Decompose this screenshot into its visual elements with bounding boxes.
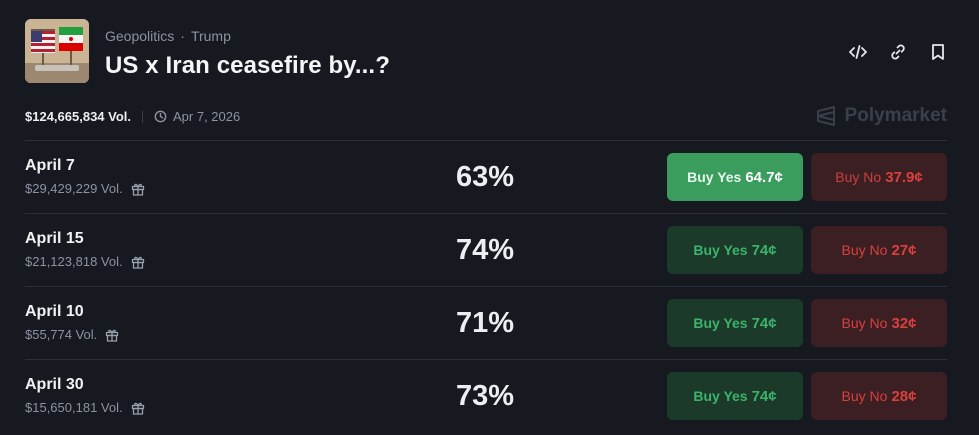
- outcome-label: April 30: [25, 376, 84, 393]
- outcome-volume-text: $15,650,181 Vol.: [25, 400, 123, 415]
- page-title: US x Iran ceasefire by...?: [105, 52, 390, 79]
- buy-no-button[interactable]: Buy No 27¢: [811, 226, 947, 274]
- buy-no-price: 27¢: [891, 241, 917, 259]
- buy-yes-button[interactable]: Buy Yes 74¢: [667, 372, 803, 420]
- buy-no-label: Buy No: [835, 169, 882, 185]
- buy-yes-label: Buy Yes: [687, 169, 742, 185]
- buy-yes-price: 74¢: [751, 241, 777, 259]
- breadcrumb-tag[interactable]: Trump: [191, 28, 231, 44]
- buy-no-label: Buy No: [841, 242, 888, 258]
- total-volume: $124,665,834 Vol.: [25, 109, 132, 124]
- outcome-label: April 10: [25, 303, 84, 320]
- breadcrumb: Geopolitics · Trump: [105, 28, 231, 44]
- outcome-volume-text: $21,123,818 Vol.: [25, 254, 123, 269]
- buy-no-price: 32¢: [891, 314, 917, 332]
- header-actions: [849, 40, 947, 64]
- bookmark-icon[interactable]: [929, 40, 947, 64]
- buy-no-label: Buy No: [841, 388, 888, 404]
- outcome-volume: $15,650,181 Vol.: [25, 400, 145, 415]
- gift-icon[interactable]: [131, 182, 145, 196]
- buy-no-button[interactable]: Buy No 28¢: [811, 372, 947, 420]
- buy-yes-button[interactable]: Buy Yes 64.7¢: [667, 153, 803, 201]
- buy-no-button[interactable]: Buy No 32¢: [811, 299, 947, 347]
- breadcrumb-category[interactable]: Geopolitics: [105, 28, 174, 44]
- link-icon[interactable]: [889, 40, 907, 64]
- buy-no-price: 37.9¢: [885, 168, 923, 186]
- buy-yes-price: 74¢: [751, 387, 777, 405]
- outcome-list: April 7 $29,429,229 Vol. 63% Buy Yes 64.…: [25, 140, 947, 432]
- polymarket-icon: [816, 106, 835, 126]
- buy-no-button[interactable]: Buy No 37.9¢: [811, 153, 947, 201]
- buy-yes-label: Buy Yes: [693, 388, 748, 404]
- outcome-volume-text: $55,774 Vol.: [25, 327, 98, 342]
- buy-no-label: Buy No: [841, 315, 888, 331]
- buy-yes-price: 74¢: [751, 314, 777, 332]
- brand-name: Polymarket: [844, 105, 947, 126]
- polymarket-logo: Polymarket: [815, 105, 947, 127]
- buy-yes-button[interactable]: Buy Yes 74¢: [667, 299, 803, 347]
- outcome-row[interactable]: April 15 $21,123,818 Vol. 74% Buy Yes 74…: [25, 213, 947, 286]
- outcome-row[interactable]: April 7 $29,429,229 Vol. 63% Buy Yes 64.…: [25, 140, 947, 213]
- buy-yes-price: 64.7¢: [745, 168, 783, 186]
- market-thumbnail: [25, 19, 89, 83]
- outcome-volume: $29,429,229 Vol.: [25, 181, 145, 196]
- end-date: Apr 7, 2026: [154, 109, 240, 124]
- buy-no-price: 28¢: [891, 387, 917, 405]
- gift-icon[interactable]: [131, 401, 145, 415]
- outcome-label: April 7: [25, 157, 75, 174]
- meta-divider: [142, 110, 144, 123]
- outcome-chance: 73%: [455, 380, 515, 412]
- outcome-row[interactable]: April 30 $15,650,181 Vol. 73% Buy Yes 74…: [25, 359, 947, 432]
- outcome-chance: 63%: [455, 161, 515, 193]
- breadcrumb-separator: ·: [180, 28, 185, 44]
- market-meta: $124,665,834 Vol. Apr 7, 2026: [25, 109, 240, 124]
- outcome-chance: 74%: [455, 234, 515, 266]
- end-date-text: Apr 7, 2026: [173, 109, 241, 124]
- embed-icon[interactable]: [849, 40, 867, 64]
- buy-yes-label: Buy Yes: [693, 315, 748, 331]
- outcome-volume: $55,774 Vol.: [25, 327, 119, 342]
- outcome-volume: $21,123,818 Vol.: [25, 254, 145, 269]
- buy-yes-button[interactable]: Buy Yes 74¢: [667, 226, 803, 274]
- outcome-label: April 15: [25, 230, 84, 247]
- buy-yes-label: Buy Yes: [693, 242, 748, 258]
- outcome-chance: 71%: [455, 307, 515, 339]
- gift-icon[interactable]: [105, 328, 119, 342]
- clock-icon: [154, 110, 167, 123]
- gift-icon[interactable]: [131, 255, 145, 269]
- outcome-volume-text: $29,429,229 Vol.: [25, 181, 123, 196]
- outcome-row[interactable]: April 10 $55,774 Vol. 71% Buy Yes 74¢ Bu…: [25, 286, 947, 359]
